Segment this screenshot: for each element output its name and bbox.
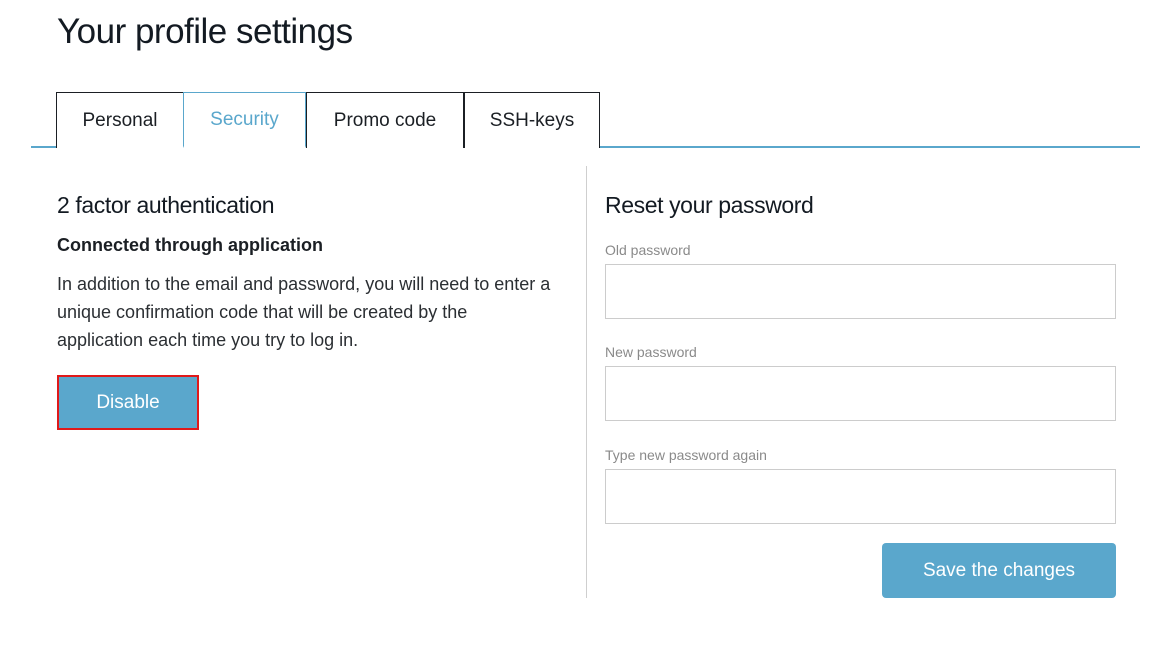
reset-password-section: Reset your password Old password New pas… xyxy=(605,192,1116,598)
two-factor-description: In addition to the email and password, y… xyxy=(57,274,551,350)
column-divider xyxy=(586,166,587,598)
confirm-password-label: Type new password again xyxy=(605,447,767,463)
confirm-password-input[interactable] xyxy=(605,469,1116,524)
new-password-field: New password xyxy=(605,344,1116,421)
old-password-input[interactable] xyxy=(605,264,1116,319)
two-factor-title: 2 factor authentication xyxy=(57,192,275,218)
new-password-label: New password xyxy=(605,344,697,360)
page-title: Your profile settings xyxy=(57,12,353,51)
old-password-field: Old password xyxy=(605,242,1116,319)
two-factor-section: 2 factor authentication Connected throug… xyxy=(57,192,557,430)
two-factor-status: Connected through application xyxy=(57,235,323,255)
tab-security[interactable]: Security xyxy=(183,92,306,148)
disable-2fa-button[interactable]: Disable xyxy=(57,375,199,430)
new-password-input[interactable] xyxy=(605,366,1116,421)
old-password-label: Old password xyxy=(605,242,691,258)
confirm-password-field: Type new password again xyxy=(605,447,1116,524)
tab-ssh-keys[interactable]: SSH-keys xyxy=(464,92,600,148)
tab-promo-code[interactable]: Promo code xyxy=(306,92,464,148)
tab-personal[interactable]: Personal xyxy=(56,92,184,148)
reset-password-title: Reset your password xyxy=(605,192,814,218)
save-changes-button[interactable]: Save the changes xyxy=(882,543,1116,598)
profile-tabs: Personal Security Promo code SSH-keys xyxy=(31,92,1140,148)
